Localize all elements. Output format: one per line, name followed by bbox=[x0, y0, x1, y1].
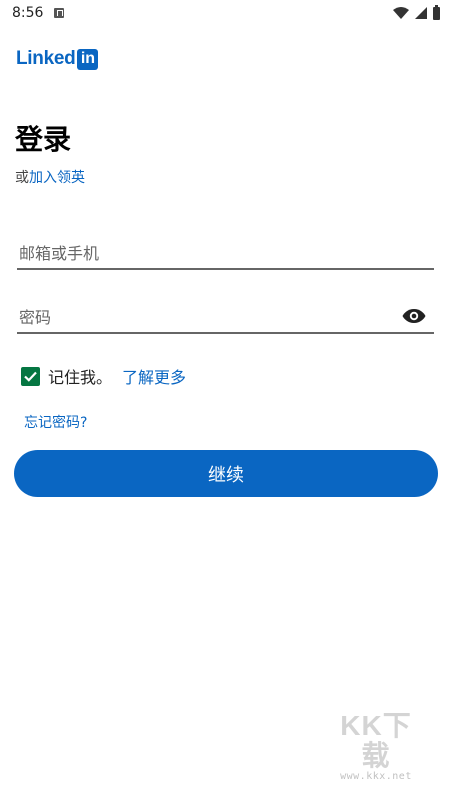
password-input[interactable] bbox=[17, 304, 387, 330]
join-link[interactable]: 加入领英 bbox=[29, 170, 85, 186]
watermark: KK下载 www.kkx.net bbox=[326, 710, 426, 783]
remember-checkbox[interactable] bbox=[21, 366, 40, 386]
join-prefix: 或 bbox=[15, 170, 29, 186]
password-field-container bbox=[17, 304, 434, 334]
continue-button[interactable]: 继续 bbox=[14, 450, 438, 497]
page-title: 登录 bbox=[15, 123, 72, 156]
linkedin-logo: Linked in bbox=[16, 48, 99, 70]
remember-label: 记住我。 bbox=[48, 368, 113, 387]
join-line: 或加入领英 bbox=[15, 167, 85, 187]
remember-row: 记住我。 了解更多 bbox=[21, 364, 186, 388]
signal-icon bbox=[415, 7, 427, 19]
status-time: 8:56 bbox=[12, 5, 44, 21]
forgot-password-link[interactable]: 忘记密码? bbox=[24, 412, 87, 432]
email-field-container bbox=[17, 240, 434, 270]
status-icons bbox=[393, 4, 440, 20]
learn-more-link[interactable]: 了解更多 bbox=[122, 364, 186, 388]
logo-box: in bbox=[77, 48, 99, 70]
watermark-logo: KK下载 bbox=[340, 710, 412, 771]
status-bar: 8:56 bbox=[0, 0, 450, 28]
email-input[interactable] bbox=[17, 240, 387, 266]
watermark-url: www.kkx.net bbox=[340, 771, 412, 782]
eye-icon[interactable] bbox=[402, 308, 426, 324]
logo-text: Linked bbox=[16, 48, 76, 69]
battery-icon bbox=[433, 4, 440, 20]
notification-icon bbox=[54, 8, 64, 18]
wifi-icon bbox=[393, 7, 409, 19]
check-icon bbox=[24, 371, 37, 382]
